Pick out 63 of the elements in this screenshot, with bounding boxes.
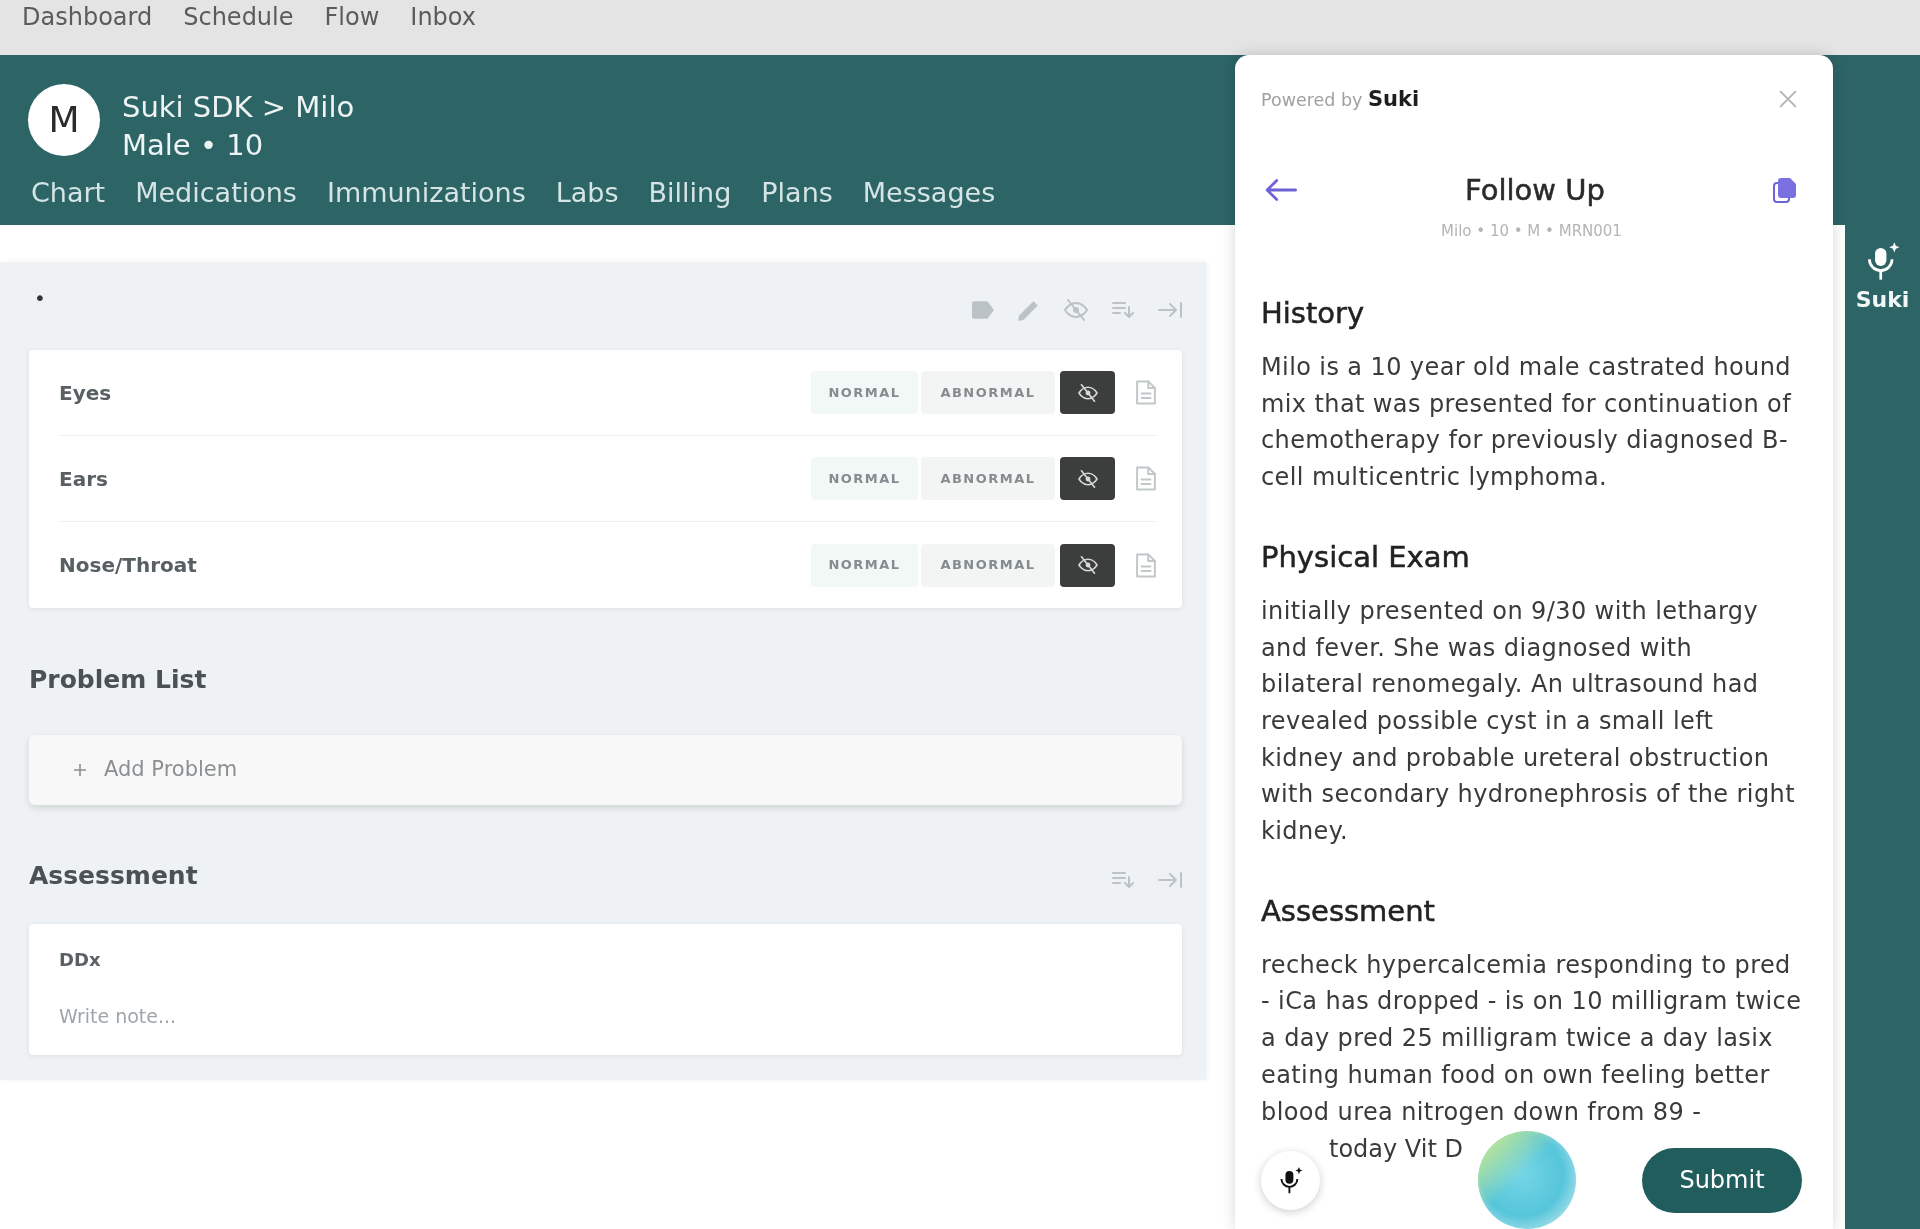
chart-tab[interactable]: Plans [761,175,833,214]
note-field[interactable]: Write note... [59,1002,1152,1030]
plus-icon [74,764,86,776]
chart-tab[interactable]: Chart [31,175,106,214]
visibility-toggle-button[interactable] [1060,371,1115,414]
eye-slash-icon [1077,556,1098,574]
exam-row-label: Ears [59,465,109,493]
avatar-initial: M [28,84,100,156]
copy-icon[interactable] [1773,177,1797,203]
microphone-button[interactable] [1261,1150,1320,1210]
chart-tab[interactable]: Immunizations [326,175,526,214]
section-heading: Assessment [1261,892,1436,930]
section-heading: Assessment [29,860,198,892]
list-arrow-icon[interactable] [1112,301,1134,319]
nav-link-item[interactable]: Flow [324,2,380,35]
patient-details: Male • 10 [122,127,265,164]
chart-tab[interactable]: Messages [862,175,996,214]
section-heading: History [1261,295,1366,332]
normal-button[interactable]: NORMAL [811,371,918,414]
tag-icon[interactable] [972,301,994,319]
document-icon[interactable] [1136,466,1156,491]
arrow-to-line-icon[interactable] [1158,302,1182,318]
patient-title: Suki SDK > Milo [122,89,355,126]
pencil-icon[interactable] [1018,299,1040,321]
nav-link-item[interactable]: Dashboard [22,2,153,35]
visibility-toggle-button[interactable] [1060,543,1115,587]
abnormal-button[interactable]: ABNORMAL [921,457,1055,500]
chart-tab[interactable]: Billing [648,175,732,214]
close-icon[interactable] [1779,90,1797,108]
nav-link-item[interactable]: Inbox [410,2,476,35]
nav-link-item[interactable]: Schedule [183,2,294,35]
list-arrow-icon[interactable] [1112,871,1134,889]
eye-slash-icon[interactable] [1064,299,1088,321]
section-text: Milo is a 10 year old male castrated hound mix that was presented for continuation of chemotherapy for previously diagnosed B-cell multicentric lymphoma. [1261,352,1793,494]
chart-tab[interactable]: Medications [135,175,297,214]
back-arrow-icon[interactable] [1265,178,1297,202]
strip-label: Suki [1855,287,1910,313]
normal-button[interactable]: NORMAL [811,543,918,587]
abnormal-button[interactable]: ABNORMAL [921,543,1055,587]
exam-row-label: Eyes [59,379,113,407]
document-icon[interactable] [1136,380,1156,405]
section-heading: Problem List [29,664,208,696]
microphone-icon[interactable] [1865,242,1900,281]
visibility-toggle-button[interactable] [1060,457,1115,500]
eye-slash-icon [1077,383,1098,402]
normal-button[interactable]: NORMAL [811,457,918,500]
patient-summary: Milo • 10 • M • MRN001 [1440,221,1623,241]
chart-tab[interactable]: Labs [555,175,619,214]
partial-text: today Vit D [1329,1134,1463,1165]
eye-slash-icon [1077,469,1098,488]
add-problem-button[interactable]: Add Problem [29,735,1182,805]
exam-row-label: Nose/Throat [59,552,198,579]
microphone-icon [1278,1166,1303,1194]
submit-button[interactable]: Submit [1642,1147,1802,1213]
section-heading: Physical Exam [1261,538,1471,576]
section-text: initially presented on 9/30 with lethargy and fever. She was diagnosed with bilateral renomegaly. An ultrasound had revealed possible cyst in a small left kidney and probable ureteral obstruction with secondary hydronephrosis of the right kidney. [1261,595,1796,848]
panel-title: Follow Up [1465,172,1605,209]
arrow-to-line-icon[interactable] [1158,872,1182,888]
document-icon[interactable] [1136,552,1156,578]
field-label: DDx [59,948,102,972]
section-marker: • [34,288,46,308]
powered-by-text: Powered by Suki [1261,85,1420,113]
abnormal-button[interactable]: ABNORMAL [921,371,1055,414]
